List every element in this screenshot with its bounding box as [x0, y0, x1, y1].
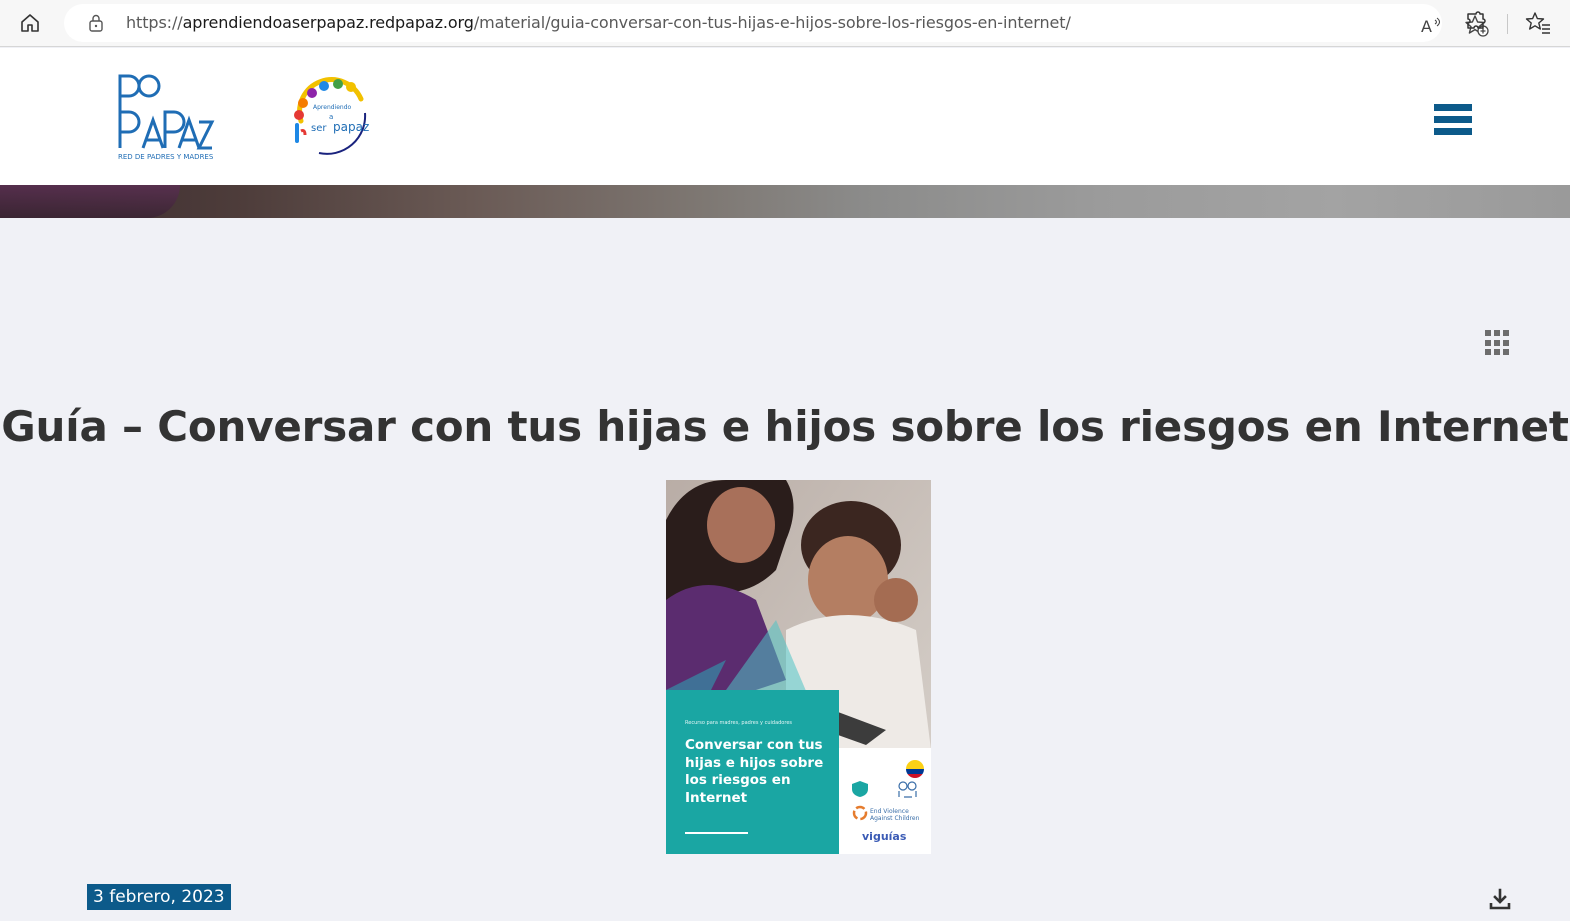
url-prefix: https:// — [126, 13, 183, 32]
url-text[interactable]: https://aprendiendoaserpapaz.redpapaz.or… — [126, 13, 1071, 32]
end-violence-logo-icon — [852, 805, 868, 821]
svg-text:Aprendiendo: Aprendiendo — [313, 104, 352, 111]
home-icon — [21, 14, 39, 32]
menu-bar — [1434, 104, 1472, 111]
end-violence-logo-text: End Violence Against Children — [870, 808, 920, 822]
redpapaz-logo-text: RED DE PADRES Y MADRES — [118, 153, 214, 161]
cover-subtitle: Recurso para madres, padres y cuidadores — [685, 720, 792, 726]
address-bar[interactable]: https://aprendiendoaserpapaz.redpapaz.or… — [64, 4, 1489, 42]
publish-date-badge: 3 febrero, 2023 — [87, 884, 231, 910]
colombia-flag-icon — [906, 760, 924, 778]
extensions-icon[interactable] — [1464, 11, 1488, 35]
url-path: /material/guia-conversar-con-tus-hijas-e… — [473, 13, 1071, 32]
guide-cover-image[interactable]: Recurso para madres, padres y cuidadores… — [666, 480, 931, 854]
read-aloud-icon[interactable]: A — [1420, 16, 1444, 36]
viguias-logo-text: viguías — [862, 830, 907, 843]
site-header: RED DE PADRES Y MADRES Aprendiendo a ser… — [0, 48, 1570, 185]
lock-icon[interactable] — [88, 14, 104, 32]
page-title: Guía – Conversar con tus hijas e hijos s… — [1, 402, 1569, 451]
menu-bar — [1434, 116, 1472, 123]
svg-text:ser: ser — [311, 123, 327, 134]
toolbar-separator — [1507, 14, 1508, 34]
hero-banner-image — [0, 185, 1570, 218]
svg-text:papaz: papaz — [333, 120, 369, 134]
home-button[interactable] — [14, 8, 46, 38]
url-host: aprendiendoaserpapaz.redpapaz.org — [182, 13, 474, 32]
redpapaz-logo[interactable]: RED DE PADRES Y MADRES — [115, 70, 215, 162]
download-icon[interactable] — [1489, 888, 1511, 910]
grid-view-icon[interactable] — [1485, 330, 1511, 356]
svg-text:A: A — [1421, 17, 1432, 36]
browser-toolbar: https://aprendiendoaserpapaz.redpapaz.or… — [0, 0, 1570, 47]
hamburger-menu-button[interactable] — [1434, 104, 1472, 142]
cover-title: Conversar con tus hijas e hijos sobre lo… — [685, 737, 824, 806]
aprendiendo-logo[interactable]: Aprendiendo a ser papaz — [289, 75, 373, 159]
redpapaz-mini-logo-icon — [898, 781, 917, 798]
shield-logo-icon — [852, 781, 868, 797]
favorites-icon[interactable] — [1525, 11, 1551, 35]
menu-bar — [1434, 128, 1472, 135]
cover-divider — [685, 832, 748, 834]
